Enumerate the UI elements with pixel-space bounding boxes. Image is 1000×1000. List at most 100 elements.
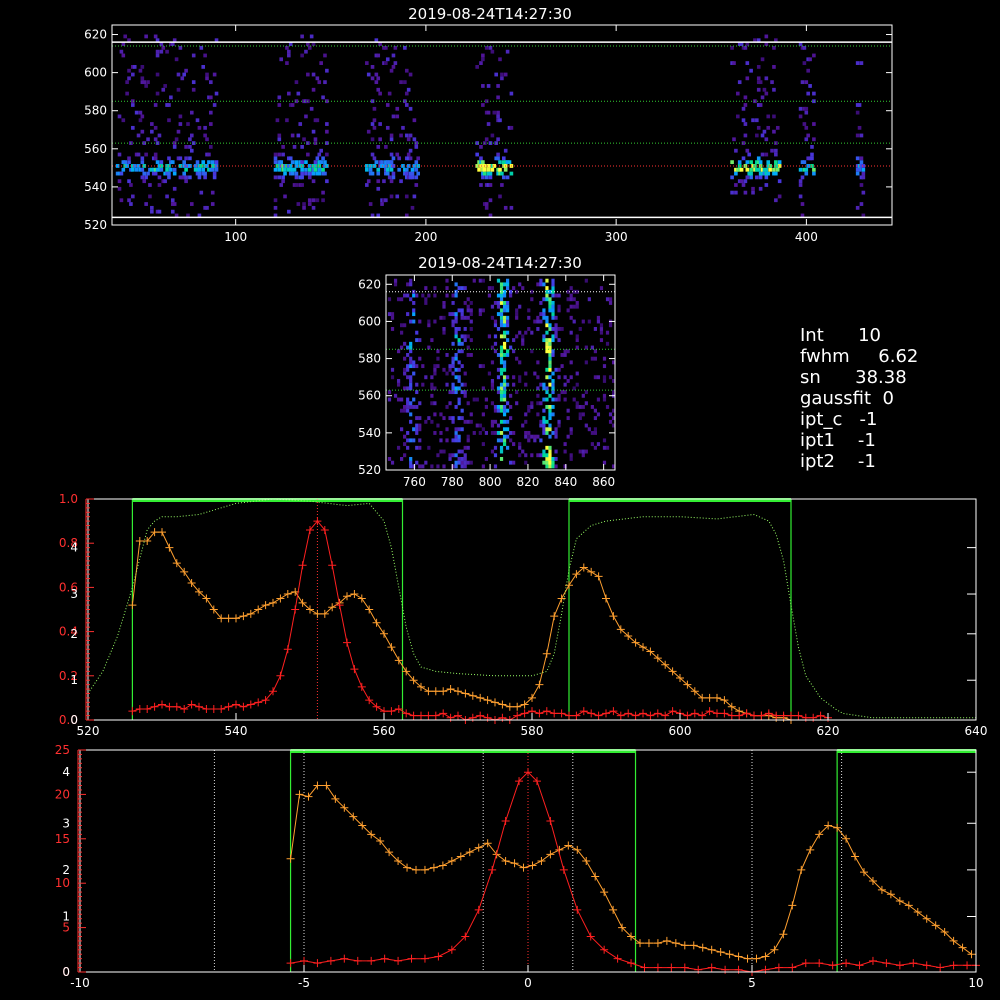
heatmap-pixel (496, 278, 501, 283)
heatmap-pixel (190, 202, 194, 206)
heatmap-pixel (499, 297, 504, 302)
heatmap-pixel (424, 419, 428, 424)
heatmap-pixel (764, 152, 769, 157)
heatmap-pixel (300, 183, 304, 187)
heatmap-pixel (427, 319, 431, 324)
heatmap-pixel (496, 390, 501, 395)
heatmap-pixel (385, 171, 390, 176)
heatmap-pixel (768, 167, 772, 172)
heatmap-pixel (157, 175, 162, 180)
heatmap-pixel (454, 319, 458, 324)
heatmap-pixel (454, 315, 458, 320)
heatmap-pixel (584, 360, 588, 365)
heatmap-pixel (132, 65, 137, 69)
heatmap-pixel (277, 103, 282, 107)
heatmap-pixel (457, 338, 461, 343)
x-tick-label: 100 (224, 230, 247, 244)
heatmap-pixel (499, 431, 504, 435)
heatmap-pixel (539, 301, 543, 305)
heatmap-pixel (496, 301, 501, 305)
heatmap-pixel (321, 95, 325, 100)
heatmap-pixel (512, 431, 516, 435)
heatmap-pixel (401, 164, 405, 168)
heatmap-pixel (296, 202, 301, 206)
heatmap-pixel (142, 171, 147, 176)
heatmap-pixel (415, 460, 419, 465)
heatmap-pixel (804, 110, 809, 115)
heatmap-pixel (460, 457, 464, 461)
heatmap-pixel (131, 125, 135, 130)
heatmap-pixel (758, 160, 763, 165)
heatmap-pixel (469, 338, 473, 343)
heatmap-pixel (205, 137, 209, 142)
heatmap-pixel (859, 61, 864, 65)
heatmap-pixel (855, 133, 860, 138)
heatmap-pixel (457, 327, 461, 331)
heatmap-pixel (554, 334, 558, 339)
heatmap-pixel (542, 449, 546, 454)
heatmap-pixel (403, 341, 407, 346)
heatmap-pixel (499, 405, 504, 409)
heatmap-pixel (285, 45, 289, 50)
heatmap-pixel (551, 382, 555, 387)
heatmap-pixel (481, 84, 485, 88)
heatmap-pixel (454, 464, 458, 469)
heatmap-pixel (530, 405, 534, 409)
heatmap-pixel (774, 148, 778, 153)
heatmap-pixel (494, 72, 498, 77)
heatmap-pixel (412, 360, 416, 365)
heatmap-pixel (509, 205, 514, 210)
heatmap-pixel (125, 91, 129, 96)
x-tick-label: 5 (748, 976, 756, 990)
heatmap-pixel (415, 405, 419, 409)
heatmap-pixel (454, 312, 458, 317)
heatmap-pixel (403, 442, 407, 447)
heatmap-pixel (551, 312, 555, 317)
heatmap-pixel (403, 367, 407, 372)
heatmap-pixel (488, 45, 493, 50)
heatmap-pixel (521, 423, 525, 428)
y-white-tick-label: 3 (62, 816, 70, 830)
heatmap-pixel (400, 397, 404, 402)
heatmap-pixel (493, 349, 498, 354)
heatmap-pixel (602, 356, 607, 361)
heatmap-pixel (490, 167, 495, 172)
heatmap-pixel (593, 445, 598, 450)
heatmap-pixel (290, 103, 295, 107)
heatmap-pixel (530, 297, 534, 302)
heatmap-pixel (548, 405, 552, 409)
heatmap-pixel (488, 175, 493, 180)
heatmap-pixel (730, 45, 734, 50)
heatmap-pixel (812, 91, 816, 96)
top-panel-title: 2019-08-24T14:27:30 (408, 5, 572, 23)
heatmap-pixel (463, 371, 467, 376)
info-line-ipt-c: ipt_c -1 (800, 409, 878, 430)
heatmap-pixel (406, 367, 410, 372)
heatmap-pixel (509, 438, 513, 443)
heatmap-pixel (127, 156, 131, 161)
heatmap-pixel (454, 327, 458, 331)
heatmap-pixel (391, 175, 396, 180)
heatmap-pixel (414, 183, 419, 187)
heatmap-pixel (197, 175, 202, 180)
x-tick-label: -5 (298, 976, 310, 990)
heatmap-pixel (176, 129, 181, 134)
heatmap-pixel (396, 397, 401, 402)
heatmap-pixel (203, 133, 207, 138)
heatmap-pixel (395, 114, 400, 119)
heatmap-pixel (502, 367, 507, 372)
heatmap-pixel (749, 160, 753, 165)
heatmap-pixel (390, 312, 395, 317)
heatmap-pixel (536, 401, 540, 406)
heatmap-pixel (430, 393, 434, 398)
heatmap-pixel (370, 171, 375, 176)
heatmap-pixel (486, 110, 491, 115)
heatmap-pixel (178, 114, 183, 119)
heatmap-pixel (415, 293, 419, 298)
heatmap-pixel (548, 323, 552, 328)
heatmap-pixel (533, 438, 537, 443)
heatmap-pixel (469, 419, 473, 424)
heatmap-pixel (161, 45, 166, 50)
heatmap-pixel (492, 110, 497, 115)
heatmap-pixel (439, 315, 443, 320)
